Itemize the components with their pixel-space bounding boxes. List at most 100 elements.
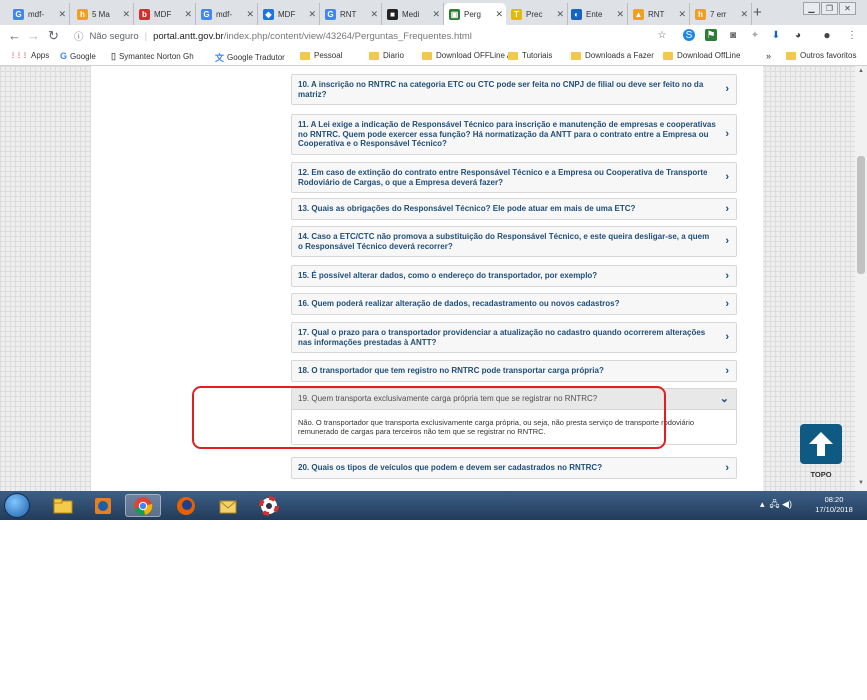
info-icon[interactable]: ⓘ [74, 29, 84, 43]
maximize-button[interactable]: ❐ [821, 2, 838, 15]
bookmark-item[interactable]: ⋮⋮⋮ Apps [10, 51, 49, 60]
back-to-top-button[interactable] [800, 424, 842, 464]
scroll-thumb[interactable] [857, 156, 865, 274]
browser-tab[interactable]: ▣ Perg ✕ [444, 3, 506, 25]
back-icon[interactable]: ← [8, 28, 21, 43]
bookmark-item[interactable]: Downloads a Fazer [571, 51, 654, 60]
close-tab-icon[interactable]: ✕ [122, 9, 130, 20]
vertical-scrollbar[interactable]: ▲ ▼ [855, 66, 867, 491]
minimize-button[interactable]: ▁ [803, 2, 820, 15]
faq-item[interactable]: 12. Em caso de extinção do contrato entr… [291, 162, 737, 193]
star-icon[interactable]: ☆ [656, 29, 668, 41]
browser-tab[interactable]: G RNT ✕ [320, 3, 382, 25]
account-icon[interactable]: ● [821, 28, 833, 42]
scroll-up-icon[interactable]: ▲ [858, 68, 864, 74]
browser-tab[interactable]: T Prec ✕ [506, 3, 568, 25]
faq-question[interactable]: 13. Quais as obrigações do Responsável T… [292, 199, 736, 219]
browser-tab[interactable]: h 7 err ✕ [690, 3, 752, 25]
lifebuoy-icon[interactable] [251, 494, 287, 517]
chevron-right-icon[interactable]: › [725, 365, 729, 377]
chevron-right-icon[interactable]: › [725, 129, 729, 140]
bookmark-item[interactable]: ▯ Symantec Norton Gh [111, 51, 194, 62]
bookmark-item[interactable]: Download OffLine [663, 51, 740, 60]
close-tab-icon[interactable]: ✕ [370, 9, 378, 20]
faq-question[interactable]: 18. O transportador que tem registro no … [292, 361, 736, 381]
bookmark-item[interactable]: 文 Google Tradutor [215, 51, 285, 64]
chevron-right-icon[interactable]: › [725, 270, 729, 282]
faq-question[interactable]: 20. Quais os tipos de veículos que podem… [292, 458, 736, 478]
chevron-right-icon[interactable]: › [725, 172, 729, 183]
browser-tab[interactable]: Gmdf- ✕ [8, 3, 70, 25]
faq-item[interactable]: 11. A Lei exige a indicação de Responsáv… [291, 114, 737, 155]
faq-item[interactable]: 17. Qual o prazo para o transportador pr… [291, 322, 737, 353]
firefox-icon[interactable] [168, 494, 204, 517]
extension-mask-icon[interactable]: ◕ [792, 29, 804, 41]
start-button[interactable] [4, 493, 30, 518]
chevron-right-icon[interactable]: › [725, 84, 729, 95]
chevron-right-icon[interactable]: › [725, 203, 729, 215]
system-tray[interactable]: ▴ 🖧 ◀) [760, 497, 792, 513]
browser-tab[interactable]: ◐ Ente ✕ [566, 3, 628, 25]
faq-item[interactable]: 10. A inscrição no RNTRC na categoria ET… [291, 74, 737, 105]
faq-item[interactable]: 20. Quais os tipos de veículos que podem… [291, 457, 737, 479]
faq-item[interactable]: 15. É possível alterar dados, como o end… [291, 265, 737, 287]
other-bookmarks[interactable]: Outros favoritos [786, 51, 856, 60]
faq-question[interactable]: 12. Em caso de extinção do contrato entr… [292, 163, 736, 192]
browser-tab[interactable]: ◆ MDF ✕ [258, 3, 320, 25]
explorer-icon[interactable] [45, 494, 81, 517]
faq-item[interactable]: 18. O transportador que tem registro no … [291, 360, 737, 382]
chevron-right-icon[interactable]: › [725, 236, 729, 247]
close-tab-icon[interactable]: ✕ [678, 9, 686, 20]
media-player-icon[interactable] [85, 494, 121, 517]
forward-icon[interactable]: → [27, 28, 40, 43]
skype-icon[interactable]: S [683, 29, 695, 41]
bookmark-item[interactable]: Pessoal [300, 51, 342, 60]
faq-item[interactable]: 13. Quais as obrigações do Responsável T… [291, 198, 737, 220]
close-tab-icon[interactable]: ✕ [432, 9, 440, 20]
scroll-down-icon[interactable]: ▼ [858, 480, 864, 486]
faq-question[interactable]: 15. É possível alterar dados, como o end… [292, 266, 736, 286]
close-tab-icon[interactable]: ✕ [495, 9, 503, 20]
bookmark-item[interactable]: Diario [369, 51, 404, 60]
url-bar[interactable]: ⓘ Não seguro | portal.antt.gov.br /index… [74, 27, 674, 45]
browser-tab[interactable]: ■ Medi ✕ [382, 3, 444, 25]
faq-question[interactable]: 17. Qual o prazo para o transportador pr… [292, 323, 736, 352]
faq-question[interactable]: 10. A inscrição no RNTRC na categoria ET… [292, 75, 736, 104]
google-icon: G [201, 8, 212, 20]
clock[interactable]: 08:20 17/10/2018 [808, 495, 860, 515]
chevron-right-icon[interactable]: › [725, 332, 729, 343]
faq-question[interactable]: 14. Caso a ETC/CTC não promova a substit… [292, 227, 736, 256]
chevron-down-icon[interactable]: ⌄ [720, 394, 729, 405]
browser-tab[interactable]: h 5 Ma ✕ [72, 3, 134, 25]
faq-item[interactable]: 14. Caso a ETC/CTC não promova a substit… [291, 226, 737, 257]
browser-tab[interactable]: ▲ RNT ✕ [628, 3, 690, 25]
extension-green-icon[interactable]: ⚑ [705, 29, 717, 41]
new-tab-button[interactable]: + [753, 4, 762, 21]
faq-item[interactable]: 16. Quem poderá realizar alteração de da… [291, 293, 737, 315]
close-tab-icon[interactable]: ✕ [308, 9, 316, 20]
close-tab-icon[interactable]: ✕ [58, 9, 66, 20]
browser-tab[interactable]: Gmdf- ✕ [196, 3, 258, 25]
bookmark-item[interactable]: Download OFFLine A [422, 51, 512, 60]
reload-icon[interactable]: ↻ [48, 28, 59, 44]
mail-icon[interactable] [210, 494, 246, 517]
close-tab-icon[interactable]: ✕ [556, 9, 564, 20]
chevron-right-icon[interactable]: › [725, 462, 729, 474]
menu-icon[interactable]: ⋮ [846, 29, 858, 41]
bookmark-item[interactable]: Tutoriais [508, 51, 552, 60]
faq-question[interactable]: 11. A Lei exige a indicação de Responsáv… [292, 115, 736, 154]
close-tab-icon[interactable]: ✕ [246, 9, 254, 20]
bookmark-item[interactable]: G Google [60, 51, 96, 61]
close-tab-icon[interactable]: ✕ [740, 9, 748, 20]
chrome-icon[interactable] [125, 494, 161, 517]
faq-question[interactable]: 16. Quem poderá realizar alteração de da… [292, 294, 736, 314]
browser-tab[interactable]: b MDF ✕ [134, 3, 196, 25]
download-icon[interactable]: ⬇ [770, 29, 782, 41]
chevron-right-icon[interactable]: › [725, 298, 729, 310]
bookmarks-overflow-button[interactable]: » [766, 51, 771, 61]
close-tab-icon[interactable]: ✕ [616, 9, 624, 20]
pin-icon[interactable]: ✦ [749, 29, 761, 41]
camera-icon[interactable]: ◙ [727, 29, 739, 41]
close-window-button[interactable]: ✕ [839, 2, 856, 15]
close-tab-icon[interactable]: ✕ [184, 9, 192, 20]
